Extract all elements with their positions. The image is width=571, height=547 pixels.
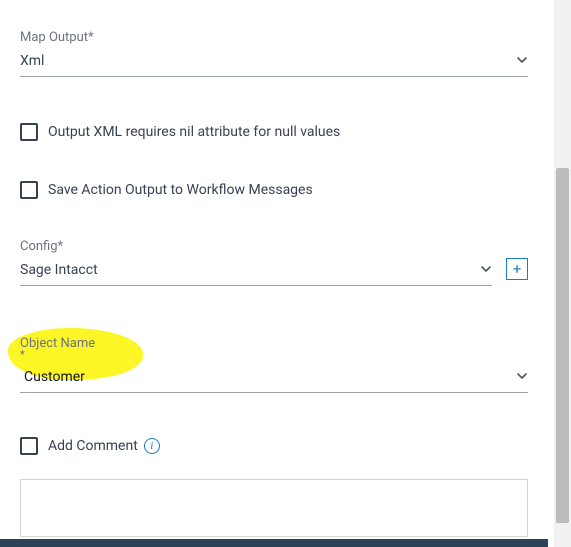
chevron-down-icon (480, 260, 492, 279)
checkbox-icon (20, 123, 38, 141)
info-icon[interactable]: i (144, 438, 160, 454)
chevron-down-icon (516, 367, 528, 386)
required-asterisk: * (20, 351, 528, 359)
map-output-select[interactable]: Xml (20, 49, 528, 77)
object-name-value: Customer (20, 369, 516, 385)
map-output-label: Map Output* (20, 30, 528, 45)
map-output-value: Xml (20, 53, 516, 69)
scrollbar-track[interactable] (554, 0, 571, 547)
add-config-button[interactable]: + (506, 258, 528, 280)
config-value: Sage Intacct (20, 262, 480, 278)
nil-attribute-checkbox[interactable]: Output XML requires nil attribute for nu… (20, 123, 528, 141)
map-output-field: Map Output* Xml (20, 30, 528, 77)
object-name-field: Object Name * Customer (20, 332, 528, 393)
object-name-label: Object Name (20, 336, 95, 351)
add-comment-label: Add Comment (48, 438, 138, 454)
save-action-checkbox[interactable]: Save Action Output to Workflow Messages (20, 181, 528, 199)
nil-attribute-label: Output XML requires nil attribute for nu… (48, 124, 340, 140)
comment-textarea[interactable] (20, 479, 528, 537)
save-action-label: Save Action Output to Workflow Messages (48, 182, 313, 198)
scrollbar-thumb[interactable] (556, 168, 569, 523)
add-comment-checkbox[interactable]: Add Comment i (20, 437, 528, 455)
chevron-down-icon (516, 51, 528, 70)
config-field: Config* Sage Intacct + (20, 239, 528, 286)
config-label: Config* (20, 239, 528, 254)
config-select[interactable]: Sage Intacct (20, 258, 492, 286)
object-name-select[interactable]: Customer (20, 359, 528, 393)
checkbox-icon (20, 437, 38, 455)
bottom-bar (0, 539, 548, 547)
checkbox-icon (20, 181, 38, 199)
plus-icon: + (513, 260, 522, 278)
